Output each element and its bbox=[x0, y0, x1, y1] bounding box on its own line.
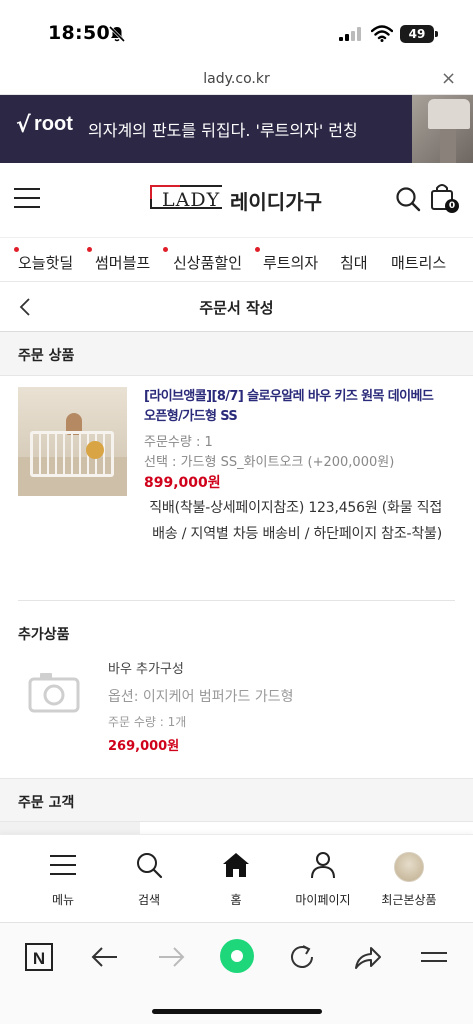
nav-home[interactable]: 홈 bbox=[189, 835, 283, 923]
addon-price: 269,000원 bbox=[108, 739, 180, 754]
product-price: 899,000원 bbox=[144, 475, 221, 491]
nav-mypage[interactable]: 마이페이지 bbox=[276, 835, 370, 923]
site-header: LADY 레이디가구 0 bbox=[0, 163, 473, 237]
home-indicator bbox=[152, 1009, 322, 1014]
addon-quantity: 주문 수량 : 1개 bbox=[108, 715, 187, 729]
customer-header: 주문 고객 bbox=[0, 778, 473, 822]
bell-muted-icon bbox=[108, 25, 126, 43]
addons-label: 추가상품 bbox=[18, 627, 70, 643]
promo-banner[interactable]: √ root 의자계의 판도를 뒤집다. '루트의자' 런칭 bbox=[0, 95, 473, 163]
banner-brand: root bbox=[34, 113, 73, 135]
new-dot-indicator bbox=[163, 247, 168, 252]
chair-back-shape bbox=[428, 99, 470, 129]
addon-option: 옵션: 이지케어 범퍼가드 가드형 bbox=[108, 689, 294, 705]
nav-label: 메뉴 bbox=[51, 893, 75, 907]
status-bar: 18:50 49 bbox=[0, 0, 473, 66]
close-icon[interactable]: × bbox=[441, 68, 456, 89]
menu-icon bbox=[50, 855, 76, 875]
camera-placeholder-icon bbox=[28, 673, 80, 713]
shipping-info: 직배(착불-상세페이지참조) 123,456원 (화물 직접배송 / 지역별 차… bbox=[149, 500, 442, 542]
nav-label: 홈 bbox=[230, 893, 242, 907]
addon-name: 바우 추가구성 bbox=[108, 662, 184, 677]
search-icon bbox=[137, 853, 163, 879]
section-label: 주문 고객 bbox=[18, 795, 75, 811]
hamburger-menu-icon[interactable] bbox=[14, 188, 40, 208]
url-text[interactable]: lady.co.kr bbox=[0, 71, 473, 87]
order-products-header: 주문 상품 bbox=[0, 332, 473, 376]
nav-recent-products[interactable]: 최근본상품 bbox=[362, 835, 456, 923]
nav-menu[interactable]: 메뉴 bbox=[16, 835, 110, 923]
product-thumbnail[interactable] bbox=[18, 387, 127, 496]
page-title-bar: 주문서 작성 bbox=[0, 281, 473, 332]
home-icon bbox=[223, 853, 249, 877]
browser-toolbar: N bbox=[0, 922, 473, 1024]
nav-search[interactable]: 검색 bbox=[102, 835, 196, 923]
page-title: 주문서 작성 bbox=[199, 299, 274, 317]
chair-stem-shape bbox=[440, 129, 456, 163]
category-item[interactable]: 오늘핫딜 bbox=[18, 252, 73, 273]
back-arrow-icon[interactable] bbox=[89, 941, 121, 973]
root-check-logo-icon: √ bbox=[16, 113, 31, 138]
more-menu-icon[interactable] bbox=[418, 941, 450, 973]
cellular-signal-icon bbox=[339, 27, 361, 41]
logo-text-en: LADY bbox=[162, 189, 221, 211]
category-item[interactable]: 매트리스 bbox=[391, 252, 446, 273]
share-icon[interactable] bbox=[352, 941, 384, 973]
divider bbox=[18, 600, 455, 601]
banner-copy: 의자계의 판도를 뒤집다. '루트의자' 런칭 bbox=[88, 121, 358, 140]
bottom-app-nav: 메뉴 검색 홈 마이페이지 최근본상품 bbox=[0, 834, 473, 922]
naver-n-text: N bbox=[33, 949, 45, 968]
product-quantity: 주문수량 : 1 bbox=[144, 435, 213, 450]
category-item[interactable]: 신상품할인 bbox=[173, 252, 242, 273]
category-nav: 오늘핫딜 썸머블프 신상품할인 루트의자 침대 매트리스 bbox=[0, 237, 473, 281]
naver-n-icon[interactable]: N bbox=[23, 941, 55, 973]
green-dot-home-icon[interactable] bbox=[218, 937, 256, 975]
wifi-icon bbox=[371, 25, 393, 42]
category-item[interactable]: 침대 bbox=[340, 252, 368, 273]
recent-product-thumbnail bbox=[394, 852, 424, 882]
category-item[interactable]: 루트의자 bbox=[263, 252, 318, 273]
category-item[interactable]: 썸머블프 bbox=[95, 252, 150, 273]
content-peek bbox=[0, 822, 140, 834]
logo-text-ko: 레이디가구 bbox=[230, 190, 322, 214]
cart-count-badge: 0 bbox=[445, 199, 459, 213]
new-dot-indicator bbox=[87, 247, 92, 252]
battery-indicator: 49 bbox=[400, 25, 434, 43]
new-dot-indicator bbox=[255, 247, 260, 252]
forward-arrow-icon bbox=[159, 947, 185, 967]
refresh-icon[interactable] bbox=[286, 941, 318, 973]
product-name[interactable]: [라이브앵콜][8/7] 슬로우알레 바우 키즈 원목 데이베드 오픈형/가드형… bbox=[144, 387, 444, 427]
browser-url-bar[interactable]: lady.co.kr × bbox=[0, 66, 473, 95]
search-icon[interactable] bbox=[395, 186, 421, 212]
nav-label: 검색 bbox=[137, 893, 161, 907]
section-label: 주문 상품 bbox=[18, 348, 75, 364]
nav-label: 마이페이지 bbox=[295, 893, 351, 907]
nav-label: 최근본상품 bbox=[381, 893, 437, 907]
product-option: 선택 : 가드형 SS_화이트오크 (+200,000원) bbox=[144, 455, 395, 470]
status-time: 18:50 bbox=[48, 22, 110, 44]
user-icon bbox=[311, 852, 335, 879]
battery-nub bbox=[435, 31, 438, 37]
